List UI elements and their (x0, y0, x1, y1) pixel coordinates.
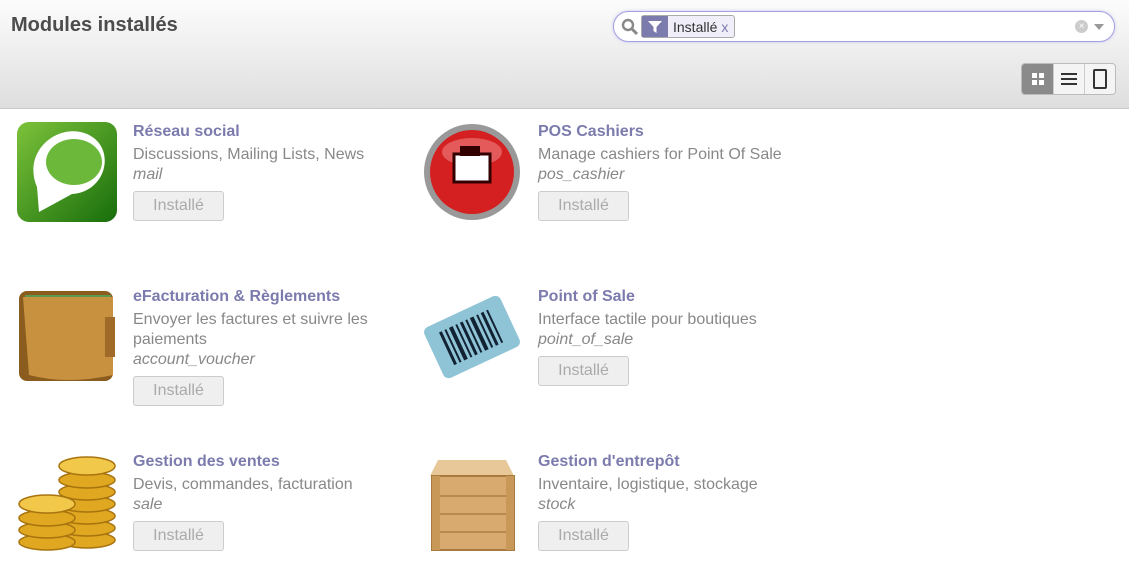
module-description: Devis, commandes, facturation (133, 476, 353, 493)
module-description: Interface tactile pour boutiques (538, 311, 757, 328)
module-technical-name: pos_cashier (538, 166, 625, 183)
barcode-icon (424, 295, 520, 379)
filter-facet: Installé x (641, 15, 736, 38)
coins-icon (18, 456, 116, 551)
installed-button[interactable]: Installé (538, 191, 629, 221)
module-name[interactable]: eFacturation & Règlements (133, 288, 393, 306)
installed-button[interactable]: Installé (538, 521, 629, 551)
installed-button[interactable]: Installé (133, 376, 224, 406)
kanban-view-button[interactable] (1022, 64, 1053, 94)
module-technical-name: account_voucher (133, 351, 255, 368)
search-icon (621, 18, 639, 36)
crate-icon (430, 460, 515, 551)
module-name[interactable]: POS Cashiers (538, 123, 798, 141)
module-technical-name: sale (133, 496, 163, 513)
module-name[interactable]: Gestion des ventes (133, 453, 393, 471)
search-bar[interactable]: Installé x × (613, 11, 1115, 42)
module-card[interactable]: Point of Sale Interface tactile pour bout… (422, 287, 802, 417)
page-title: Modules installés (11, 14, 178, 36)
module-description: Discussions, Mailing Lists, News (133, 146, 365, 163)
clear-search-icon[interactable]: × (1075, 20, 1088, 33)
cash-register-icon (424, 124, 520, 220)
module-technical-name: point_of_sale (538, 331, 634, 348)
chat-bubble-icon (17, 122, 117, 222)
module-name[interactable]: Réseau social (133, 123, 393, 141)
module-card[interactable]: eFacturation & Règlements Envoyer les fac… (17, 287, 397, 417)
module-card[interactable]: POS Cashiers Manage cashiers for Point Of… (422, 122, 802, 252)
module-description: Manage cashiers for Point Of Sale (538, 146, 782, 163)
filter-icon (642, 16, 668, 37)
module-description: Envoyer les factures et suivre les paiem… (133, 311, 368, 348)
installed-button[interactable]: Installé (538, 356, 629, 386)
facet-label: Installé (673, 18, 718, 35)
module-card[interactable]: Gestion d'entrepôt Inventaire, logistique… (422, 452, 802, 582)
form-view-button[interactable] (1084, 64, 1115, 94)
module-name[interactable]: Gestion d'entrepôt (538, 453, 798, 471)
view-switcher (1021, 63, 1116, 95)
control-panel: Modules installés Installé x × (0, 0, 1129, 109)
search-dropdown-toggle-icon[interactable] (1094, 24, 1104, 30)
list-view-button[interactable] (1053, 64, 1084, 94)
module-description: Inventaire, logistique, stockage (538, 476, 758, 493)
installed-button[interactable]: Installé (133, 191, 224, 221)
module-card[interactable]: Réseau social Discussions, Mailing Lists,… (17, 122, 397, 252)
installed-button[interactable]: Installé (133, 521, 224, 551)
module-card[interactable]: Gestion des ventes Devis, commandes, fact… (17, 452, 397, 582)
facet-remove-button[interactable]: x (721, 19, 734, 35)
module-technical-name: mail (133, 166, 163, 183)
wallet-icon (19, 291, 115, 381)
module-technical-name: stock (538, 496, 576, 513)
module-name[interactable]: Point of Sale (538, 288, 798, 306)
